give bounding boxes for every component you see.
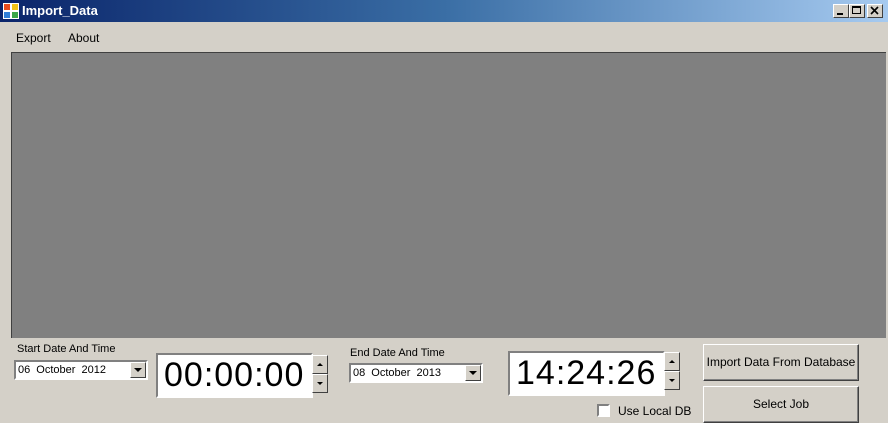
arrow-down-icon [317, 382, 323, 385]
end-time-value: 14:24:26 [516, 354, 657, 392]
chevron-down-icon [134, 368, 142, 372]
menu-bar: Export About [0, 22, 888, 52]
start-time-field[interactable]: 00:00:00 [156, 353, 313, 398]
start-time-down-button[interactable] [312, 374, 328, 393]
end-time-down-button[interactable] [664, 371, 680, 390]
use-local-db-label[interactable]: Use Local DB [618, 404, 691, 418]
data-view-area[interactable] [11, 52, 886, 338]
arrow-up-icon [669, 360, 675, 363]
end-date-picker[interactable]: 08 October 2013 [349, 363, 483, 383]
menu-about[interactable]: About [68, 22, 99, 52]
end-date-value: 08 October 2013 [353, 367, 441, 379]
maximize-button[interactable] [849, 4, 865, 18]
start-time-spinner[interactable] [312, 355, 328, 393]
title-bar[interactable]: Import_Data [0, 0, 888, 22]
chevron-down-icon [469, 371, 477, 375]
start-time-value: 00:00:00 [164, 356, 305, 394]
end-time-up-button[interactable] [664, 352, 680, 371]
start-time-up-button[interactable] [312, 355, 328, 374]
start-date-dropdown-button[interactable] [130, 362, 146, 378]
arrow-down-icon [669, 379, 675, 382]
import-data-button-label: Import Data From Database [706, 355, 856, 369]
end-date-dropdown-button[interactable] [465, 365, 481, 381]
select-job-button-label: Select Job [752, 397, 810, 411]
use-local-db-checkbox[interactable] [597, 404, 610, 417]
close-icon [870, 6, 879, 15]
arrow-up-icon [317, 363, 323, 366]
window-title: Import_Data [22, 3, 98, 18]
app-icon[interactable] [3, 3, 19, 19]
start-date-label: Start Date And Time [17, 343, 116, 355]
close-button[interactable] [867, 4, 883, 18]
import-data-button[interactable]: Import Data From Database [703, 344, 859, 381]
end-time-field[interactable]: 14:24:26 [508, 351, 665, 396]
select-job-button[interactable]: Select Job [703, 386, 859, 423]
maximize-icon [852, 6, 861, 14]
minimize-button[interactable] [833, 4, 849, 18]
minimize-icon [837, 13, 843, 15]
import-data-window: Import_Data Export About Start Date And … [0, 0, 888, 423]
start-date-picker[interactable]: 06 October 2012 [14, 360, 148, 380]
end-time-spinner[interactable] [664, 352, 680, 390]
menu-export[interactable]: Export [16, 22, 51, 52]
end-date-label: End Date And Time [350, 347, 445, 359]
start-date-value: 06 October 2012 [18, 364, 106, 376]
